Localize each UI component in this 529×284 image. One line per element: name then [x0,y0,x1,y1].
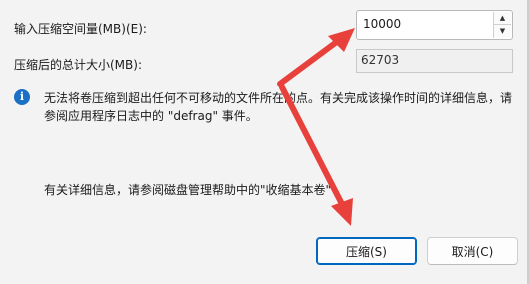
info-icon: i [14,89,30,105]
help-text: 有关详细信息，请参阅磁盘管理帮助中的"收缩基本卷" [44,183,332,197]
shrink-amount-spinner[interactable]: 10000 ▲ ▼ [356,10,513,40]
shrink-button[interactable]: 压缩(S) [316,237,417,265]
chevron-up-icon[interactable]: ▲ [494,12,511,24]
spinner-buttons[interactable]: ▲ ▼ [493,12,511,38]
total-size-after-field: 62703 [356,49,513,73]
shrink-amount-label: 输入压缩空间量(MB)(E): [14,22,147,36]
shrink-amount-input[interactable]: 10000 [363,17,401,31]
annotation-arrow-to-input [277,28,355,87]
cancel-button[interactable]: 取消(C) [427,237,518,265]
total-size-after-label: 压缩后的总计大小(MB): [14,58,142,72]
total-size-after-value: 62703 [361,53,400,67]
chevron-down-icon[interactable]: ▼ [494,24,511,37]
info-text: 无法将卷压缩到超出任何不可移动的文件所在的点。有关完成该操作时间的详细信息，请参… [44,91,513,123]
